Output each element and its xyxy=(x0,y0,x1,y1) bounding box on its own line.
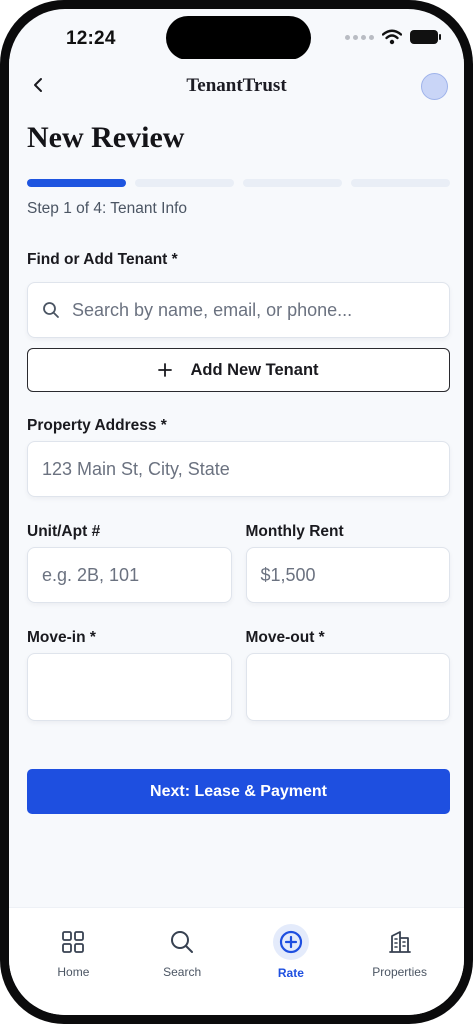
grid-icon xyxy=(53,922,93,962)
top-nav: TenantTrust xyxy=(9,59,464,113)
move-in-label: Move-in * xyxy=(27,629,96,646)
tab-search[interactable]: Search xyxy=(132,908,232,1015)
search-icon xyxy=(162,922,202,962)
find-tenant-label: Find or Add Tenant * xyxy=(27,251,178,268)
add-new-tenant-label: Add New Tenant xyxy=(190,360,319,379)
next-button[interactable]: Next: Lease & Payment xyxy=(27,769,450,814)
progress-step-1 xyxy=(27,179,126,187)
monthly-rent-label: Monthly Rent xyxy=(245,523,344,540)
avatar[interactable] xyxy=(421,73,448,100)
tab-home[interactable]: Home xyxy=(23,908,123,1015)
property-address-label: Property Address * xyxy=(27,417,167,434)
signal-icon xyxy=(345,34,374,40)
progress-step-4 xyxy=(351,179,450,187)
brand-title: TenantTrust xyxy=(186,75,287,96)
step-progress xyxy=(27,179,450,187)
page-title: New Review xyxy=(27,121,185,154)
app-screen: 12:24 TenantTrust New Review Step 1 of 4… xyxy=(9,9,464,1015)
plus-circle-icon xyxy=(272,924,309,960)
monthly-rent-input[interactable]: $1,500 xyxy=(245,547,450,603)
unit-placeholder: e.g. 2B, 101 xyxy=(42,564,140,585)
property-address-input[interactable]: 123 Main St, City, State xyxy=(27,441,450,497)
main-content: New Review Step 1 of 4: Tenant Info Find… xyxy=(27,113,450,814)
plus-icon xyxy=(158,363,173,377)
unit-rent-row: Unit/Apt # e.g. 2B, 101 Monthly Rent $1,… xyxy=(27,523,450,603)
device-frame: 12:24 TenantTrust New Review Step 1 of 4… xyxy=(0,0,473,1024)
wifi-icon xyxy=(382,29,402,45)
dynamic-island xyxy=(166,16,311,60)
tab-rate-label: Rate xyxy=(277,966,304,980)
chevron-left-icon xyxy=(34,78,42,92)
monthly-rent-placeholder: $1,500 xyxy=(260,564,316,585)
bottom-tab-bar: Home Search Rate Properties xyxy=(9,907,464,1015)
back-button[interactable] xyxy=(27,73,51,97)
status-indicators xyxy=(345,29,441,45)
tab-properties[interactable]: Properties xyxy=(350,908,450,1015)
unit-input[interactable]: e.g. 2B, 101 xyxy=(27,547,232,603)
tab-properties-label: Properties xyxy=(372,965,427,979)
battery-icon xyxy=(410,30,441,44)
tenant-search-placeholder: Search by name, email, or phone... xyxy=(72,299,353,320)
progress-step-3 xyxy=(243,179,342,187)
status-time: 12:24 xyxy=(66,28,116,49)
property-address-placeholder: 123 Main St, City, State xyxy=(42,458,230,479)
tab-rate[interactable]: Rate xyxy=(241,908,341,1015)
next-button-label: Next: Lease & Payment xyxy=(150,782,327,800)
add-new-tenant-button[interactable]: Add New Tenant xyxy=(27,348,450,392)
step-text: Step 1 of 4: Tenant Info xyxy=(27,200,188,217)
move-in-input[interactable] xyxy=(27,653,232,721)
move-out-input[interactable] xyxy=(245,653,450,721)
unit-label: Unit/Apt # xyxy=(27,523,101,540)
search-icon xyxy=(43,302,59,318)
tenant-search-input[interactable]: Search by name, email, or phone... xyxy=(27,282,450,338)
building-icon xyxy=(380,922,420,962)
dates-row: Move-in * Move-out * xyxy=(27,629,450,721)
progress-step-2 xyxy=(135,179,234,187)
move-out-label: Move-out * xyxy=(245,629,325,646)
tab-home-label: Home xyxy=(57,965,90,979)
tab-search-label: Search xyxy=(163,965,202,979)
